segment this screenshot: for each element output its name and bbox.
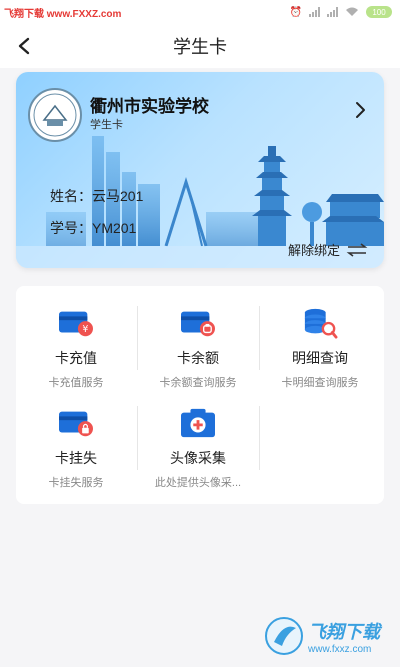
unbind-label: 解除绑定 xyxy=(287,243,340,258)
service-card-recharge[interactable]: ¥ 卡充值 卡充值服务 xyxy=(16,286,136,390)
watermark-title: 飞翔下载 xyxy=(308,621,380,642)
service-title: 卡余额 xyxy=(177,350,219,366)
wifi-icon xyxy=(346,7,358,16)
swap-arrows-icon xyxy=(346,242,368,257)
student-id: 学号：YM201 xyxy=(50,220,137,236)
service-card-lost[interactable]: 卡挂失 卡挂失服务 xyxy=(16,386,136,490)
alarm-icon: ⏰ xyxy=(289,6,302,18)
school-name: 衢州市实验学校 xyxy=(90,97,209,116)
service-title: 头像采集 xyxy=(170,450,226,466)
card-balance-icon xyxy=(181,311,215,337)
divider xyxy=(259,406,260,470)
service-subtitle: 此处提供头像采... xyxy=(154,477,242,489)
bottom-watermark: 飞翔下载 www.fxxz.com xyxy=(264,612,396,660)
unbind-button[interactable]: 解除绑定 xyxy=(288,240,368,259)
nav-bar: 学生卡 xyxy=(0,24,400,68)
school-emblem-icon xyxy=(33,93,77,137)
watermark-site: www.fxxz.com xyxy=(308,643,372,655)
service-title: 卡挂失 xyxy=(55,450,97,466)
status-icons: ⏰ 100 xyxy=(290,6,392,18)
chevron-left-icon xyxy=(18,37,30,55)
chevron-right-icon[interactable] xyxy=(350,100,370,120)
signal-icon xyxy=(309,7,320,17)
services-panel: ¥ 卡充值 卡充值服务 卡余额 卡余额查询服务 明细查询 卡明细查询服务 卡挂失… xyxy=(16,286,384,504)
watermark-logo-icon xyxy=(265,617,303,655)
student-card[interactable]: 衢州市实验学校 学生卡 姓名：云马201 学号：YM201 解除绑定 xyxy=(16,72,384,268)
service-card-balance[interactable]: 卡余额 卡余额查询服务 xyxy=(138,286,258,390)
service-subtitle: 卡挂失服务 xyxy=(48,477,104,489)
service-title: 卡充值 xyxy=(55,350,97,366)
card-lost-icon xyxy=(59,411,93,437)
card-type-label: 学生卡 xyxy=(90,119,123,131)
back-button[interactable] xyxy=(8,30,40,62)
school-logo xyxy=(28,88,82,142)
camera-icon xyxy=(181,408,215,438)
page-title: 学生卡 xyxy=(173,37,227,57)
service-title: 明细查询 xyxy=(292,350,348,366)
student-name: 姓名：云马201 xyxy=(50,188,144,204)
top-watermark-text: 飞翔下载 www.FXXZ.com xyxy=(4,8,122,20)
card-recharge-icon: ¥ xyxy=(59,311,93,337)
service-subtitle: 卡明细查询服务 xyxy=(281,377,359,389)
status-bar: 飞翔下载 www.FXXZ.com ⏰ 100 xyxy=(0,0,400,24)
battery-indicator: 100 xyxy=(366,6,392,18)
signal-icon-2 xyxy=(327,7,338,17)
svg-text:¥: ¥ xyxy=(82,324,88,335)
service-detail-query[interactable]: 明细查询 卡明细查询服务 xyxy=(260,286,380,390)
service-avatar-capture[interactable]: 头像采集 此处提供头像采... xyxy=(138,386,258,490)
detail-search-icon xyxy=(304,308,338,339)
